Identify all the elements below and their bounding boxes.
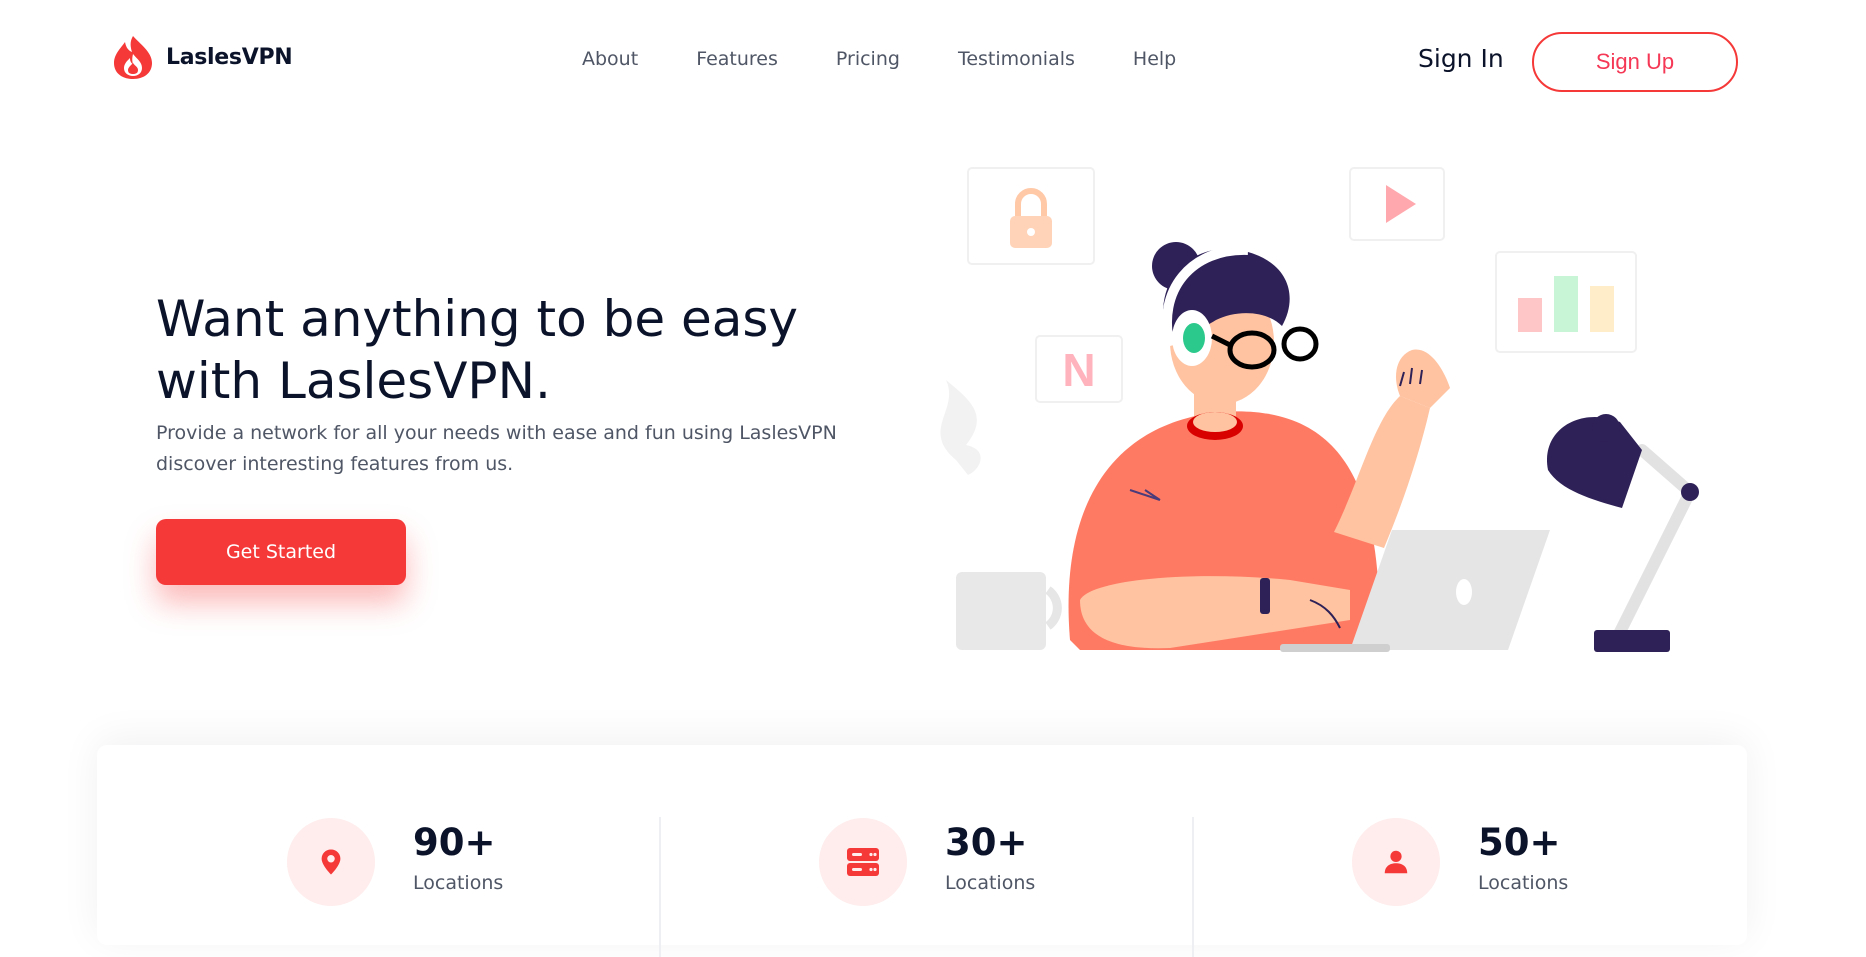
stat-item: 90+ Locations [287,818,503,906]
stats-panel: 90+ Locations 30+ Locations 50+ Location… [97,745,1747,957]
stat-value: 50+ [1478,821,1561,864]
stat-label: Locations [413,872,504,894]
nav-testimonials[interactable]: Testimonials [958,48,1075,70]
stat-label: Locations [1478,872,1569,894]
nav-about[interactable]: About [582,48,638,70]
sign-in-link[interactable]: Sign In [1418,44,1504,73]
main-menu: About Features Pricing Testimonials Help [582,48,1234,70]
hero-title: Want anything to be easy with LaslesVPN. [156,290,799,410]
mug [956,572,1062,650]
brand-logo[interactable]: LaslesVPN [110,34,293,80]
stat-icon-circle [287,818,375,906]
stat-divider [659,817,661,957]
hero-illustration: N [940,167,1699,652]
navbar: LaslesVPN About Features Pricing Testimo… [0,0,1866,120]
sign-up-button[interactable]: Sign Up [1532,32,1738,92]
netflix-letter: N [1062,344,1095,396]
stat-value: 90+ [413,821,496,864]
lock-icon [967,167,1095,265]
bar-chart-icon [1495,251,1637,353]
server-icon [847,848,879,876]
user-icon [1384,850,1408,874]
stat-divider [1192,817,1194,957]
stat-item: 50+ Locations [1352,818,1568,906]
stat-icon-circle [819,818,907,906]
desk-lamp [1546,414,1699,652]
stat-label: Locations [945,872,1036,894]
nav-pricing[interactable]: Pricing [836,48,900,70]
stat-value: 30+ [945,821,1028,864]
hero-description: Provide a network for all your needs wit… [156,422,837,475]
play-icon [1349,167,1445,241]
nav-features[interactable]: Features [696,48,778,70]
flame-logo-icon [114,36,152,79]
stat-item: 30+ Locations [819,818,1035,906]
get-started-button[interactable]: Get Started [156,519,406,585]
nav-help[interactable]: Help [1133,48,1176,70]
brand-name: LaslesVPN [166,44,293,70]
stat-icon-circle [1352,818,1440,906]
netflix-icon: N [1035,335,1123,403]
location-pin-icon [321,849,341,875]
